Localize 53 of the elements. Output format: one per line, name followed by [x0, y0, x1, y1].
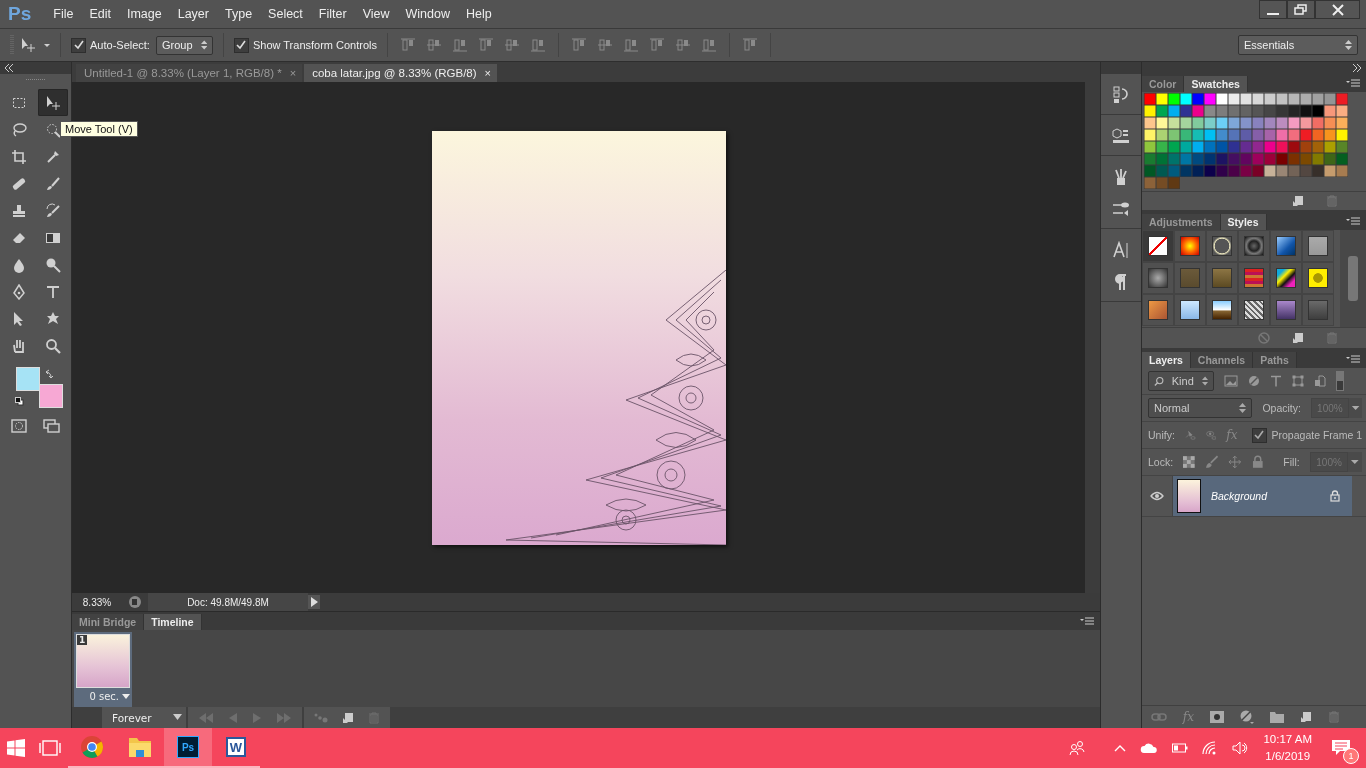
panel-tab[interactable]: Mini Bridge — [72, 614, 145, 630]
menu-item[interactable]: Image — [118, 7, 170, 21]
panel-tab[interactable]: Color — [1142, 76, 1185, 92]
unify-label: Unify: — [1148, 429, 1175, 441]
notification-count-badge: 1 — [1343, 748, 1359, 764]
frame-delay-dropdown[interactable]: 0 sec. — [89, 691, 130, 702]
menu-item[interactable]: View — [354, 7, 398, 21]
photoshop-app-icon: Ps — [177, 736, 199, 758]
menu-item[interactable]: Select — [260, 7, 311, 21]
close-tab-button[interactable]: × — [484, 67, 491, 79]
auto-select-dropdown[interactable]: Group — [155, 35, 213, 55]
document-tab[interactable]: coba latar.jpg @ 8.33% (RGB/8) × — [304, 64, 497, 82]
menu-item[interactable]: File — [45, 7, 82, 21]
fill-label: Fill: — [1283, 456, 1300, 468]
document-tab-title[interactable]: coba latar.jpg @ 8.33% (RGB/8) — [312, 67, 477, 79]
panel-tab[interactable]: Swatches — [1184, 76, 1248, 92]
document-tab[interactable]: Untitled-1 @ 8.33% (Layer 1, RGB/8) * × — [76, 64, 303, 82]
panel-tab[interactable]: Channels — [1190, 352, 1254, 368]
filter-kind-dropdown[interactable]: Kind — [1148, 371, 1214, 391]
blend-mode-dropdown[interactable]: Normal — [1148, 398, 1253, 418]
loop-dropdown[interactable]: Forever — [102, 707, 186, 728]
propagate-frame-label: Propagate Frame 1 — [1271, 429, 1362, 441]
lock-label: Lock: — [1148, 456, 1174, 468]
menu-item[interactable]: Help — [457, 7, 500, 21]
panel-tab[interactable]: Paths — [1253, 352, 1297, 368]
opacity-label: Opacity: — [1262, 402, 1301, 414]
clock-time[interactable]: 10:17 AM — [1263, 731, 1312, 748]
panel-tab[interactable]: Adjustments — [1142, 214, 1221, 230]
panel-tab[interactable]: Styles — [1220, 214, 1267, 230]
workspace-dropdown[interactable]: Essentials — [1238, 35, 1358, 55]
show-transform-controls-label: Show Transform Controls — [252, 39, 378, 51]
layer-row[interactable]: Background — [1173, 476, 1352, 516]
document-tab-title[interactable]: Untitled-1 @ 8.33% (Layer 1, RGB/8) * — [84, 67, 282, 79]
animation-frame[interactable]: 1 0 sec. — [74, 632, 132, 707]
menu-item[interactable]: Edit — [81, 7, 119, 21]
panel-tab[interactable]: Layers — [1142, 352, 1191, 368]
zoom-level[interactable]: 8.33% — [72, 596, 122, 608]
app-logo: Ps — [7, 3, 33, 25]
panel-tab[interactable]: Timeline — [144, 614, 202, 630]
auto-select-label: Auto-Select: — [90, 39, 150, 51]
tooltip: Move Tool (V) — [60, 121, 138, 137]
menu-item[interactable]: Layer — [169, 7, 217, 21]
taskbar-app[interactable]: Ps — [164, 728, 212, 768]
menu-item[interactable]: Window — [397, 7, 458, 21]
layer-name: Background — [1211, 490, 1269, 502]
menu-item[interactable]: Filter — [310, 7, 355, 21]
menu-item[interactable]: Type — [217, 7, 261, 21]
word-app-icon: W — [226, 737, 246, 757]
close-tab-button[interactable]: × — [289, 67, 297, 79]
taskbar-app[interactable]: W — [212, 728, 260, 768]
frame-number: 1 — [77, 635, 88, 645]
clock-date[interactable]: 1/6/2019 — [1265, 748, 1311, 765]
document-size: Doc: 49.8M/49.8M — [148, 593, 308, 611]
